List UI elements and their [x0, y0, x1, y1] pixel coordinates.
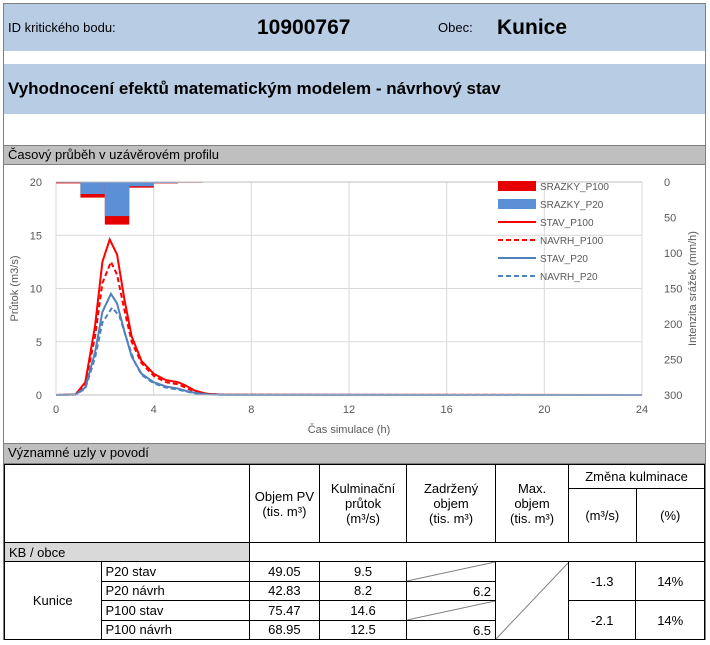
nodes-table: Objem PV (tis. m³) Kulminační průtok (m³/s…	[4, 464, 706, 640]
x-tick-label: 4	[151, 404, 157, 416]
legend-label: STAV_P100	[540, 218, 594, 229]
y2-tick-label: 300	[664, 390, 682, 402]
max-objem-cell	[495, 561, 570, 640]
y-tick-label: 5	[36, 337, 42, 349]
header-id-bar: ID kritického bodu: 10900767 Obec: Kunic…	[4, 4, 705, 51]
y2-axis-title: Intenzita srážek (mm/h)	[687, 231, 699, 346]
zadrz-cell-p100: 6.5	[406, 600, 497, 640]
id-label: ID kritického bodu:	[8, 20, 116, 35]
col-max-objem: Max. objem (tis. m³)	[495, 464, 570, 543]
y-tick-label: 20	[30, 177, 42, 189]
legend-label: NAVRH_P20	[540, 272, 598, 283]
table-corner	[4, 464, 250, 543]
kulm-cell: 14.6	[319, 600, 408, 621]
objem-cell: 42.83	[248, 580, 321, 601]
scenario-cell: P20 návrh	[100, 580, 250, 601]
nodes-section-title: Významné uzly v povodí	[4, 443, 705, 464]
group-label: KB / obce	[4, 542, 250, 562]
x-axis-title: Čas simulace (h)	[308, 423, 391, 436]
y2-tick-label: 250	[664, 355, 682, 367]
legend-label: SRAZKY_P20	[540, 200, 604, 211]
x-tick-label: 24	[636, 404, 648, 416]
scenario-cell: P20 stav	[100, 561, 250, 582]
rain-bar	[104, 182, 130, 217]
legend-label: SRAZKY_P100	[540, 182, 609, 193]
legend-label: NAVRH_P100	[540, 236, 604, 247]
zadrz-cell-p20: 6.2	[406, 561, 497, 601]
id-value: 10900767	[257, 16, 351, 39]
objem-cell: 49.05	[248, 561, 321, 582]
x-tick-label: 20	[538, 404, 550, 416]
y-tick-label: 10	[30, 284, 42, 296]
x-tick-label: 16	[441, 404, 453, 416]
legend-swatch	[498, 199, 536, 209]
legend-swatch	[498, 181, 536, 191]
y-tick-label: 0	[36, 390, 42, 402]
change-p20-pct: 14%	[635, 561, 705, 601]
change-p100-pct: 14%	[635, 600, 705, 640]
col-kulminacni-prutok: Kulminační průtok (m³/s)	[319, 464, 408, 543]
y2-tick-label: 50	[664, 213, 676, 225]
legend-label: STAV_P20	[540, 254, 588, 265]
hydrograph-chart: 051015200 4 8 12 16 20 24050100150200250300Čas…	[9, 177, 699, 436]
rain-bar	[80, 182, 105, 195]
scenario-cell: P100 stav	[100, 600, 250, 621]
x-tick-label: 0	[53, 404, 59, 416]
y-tick-label: 15	[30, 230, 42, 242]
chart-section-title: Časový průběh v uzávěrovém profilu	[4, 145, 705, 165]
obec-value: Kunice	[497, 16, 568, 39]
y2-tick-label: 150	[664, 284, 682, 296]
objem-cell: 68.95	[248, 619, 321, 640]
y-axis-title: Průtok (m3/s)	[9, 255, 21, 321]
col-objem-pv: Objem PV (tis. m³)	[248, 464, 321, 543]
title-bar: Vyhodnocení efektů matematickým modelem …	[4, 64, 705, 114]
y2-tick-label: 100	[664, 248, 682, 260]
y2-tick-label: 200	[664, 319, 682, 331]
scenario-cell: P100 návrh	[100, 619, 250, 640]
obec-label: Obec:	[438, 20, 473, 35]
x-tick-label: 12	[343, 404, 355, 416]
kulm-cell: 8.2	[319, 580, 408, 601]
col-zmena-kulminace: Změna kulminace (m³/s) (%)	[568, 464, 705, 543]
col-zadrzeny-objem: Zadržený objem (tis. m³)	[406, 464, 497, 543]
page-title: Vyhodnocení efektů matematickým modelem …	[8, 79, 501, 98]
change-p20-abs: -1.3	[568, 561, 637, 601]
change-p100-abs: -2.1	[568, 600, 637, 640]
rain-bar	[129, 182, 154, 187]
kulm-cell: 9.5	[319, 561, 408, 582]
objem-cell: 75.47	[248, 600, 321, 621]
node-name: Kunice	[4, 561, 102, 640]
x-tick-label: 8	[248, 404, 254, 416]
y2-tick-label: 0	[664, 177, 670, 189]
kulm-cell: 12.5	[319, 619, 408, 640]
